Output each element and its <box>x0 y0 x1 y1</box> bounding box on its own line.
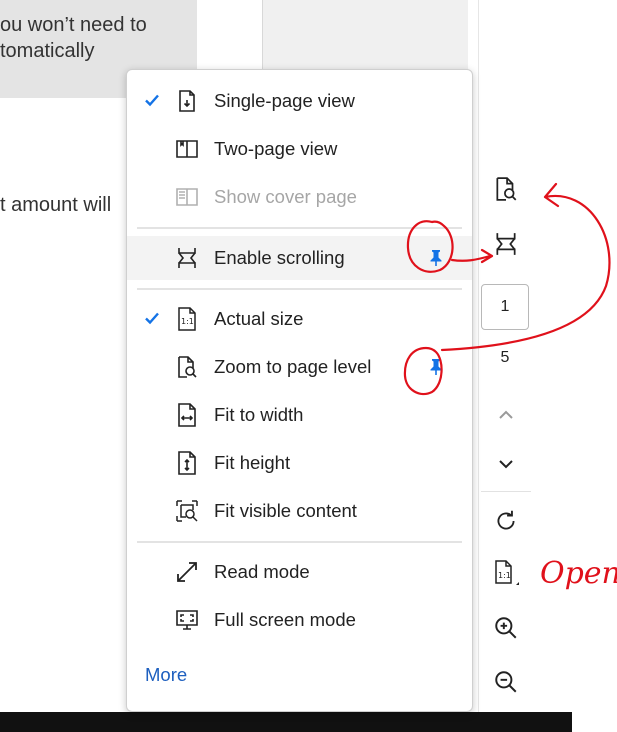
chevron-down-icon <box>496 454 516 474</box>
menu-item-label: Zoom to page level <box>214 356 372 377</box>
menu-item-two-page-view[interactable]: Two-page view <box>127 127 472 171</box>
current-page-input[interactable]: 1 <box>481 284 529 330</box>
menu-item-fit-visible-content[interactable]: Fit visible content <box>127 489 472 533</box>
annotation-note: Open <box>540 556 617 591</box>
menu-item-label: Two-page view <box>214 138 338 159</box>
zoom-page-icon <box>493 176 519 202</box>
svg-text:1:1: 1:1 <box>181 317 194 326</box>
actual-size-icon: 1:1 <box>175 307 199 331</box>
previous-page-button[interactable] <box>491 400 521 430</box>
zoom-in-icon <box>493 615 519 641</box>
actual-size-icon: 1:1 <box>491 558 521 588</box>
menu-item-label: Enable scrolling <box>214 247 345 268</box>
zoom-in-button[interactable] <box>491 613 521 643</box>
document-text-line: ou won’t need to <box>0 14 147 36</box>
pin-icon[interactable] <box>427 358 445 376</box>
fit-height-icon <box>175 451 199 475</box>
bottom-bar <box>0 712 572 732</box>
scroll-icon <box>175 246 199 270</box>
menu-item-label: Fit visible content <box>214 500 357 521</box>
rotate-icon <box>493 508 519 534</box>
right-toolbar: 1 5 1:1 <box>478 0 541 712</box>
menu-divider <box>137 227 462 229</box>
menu-item-full-screen-mode[interactable]: Full screen mode <box>127 598 472 642</box>
menu-divider <box>137 288 462 290</box>
toolbar-divider <box>481 491 531 492</box>
menu-item-fit-height[interactable]: Fit height <box>127 441 472 485</box>
single-page-view-icon <box>175 89 199 113</box>
menu-item-zoom-to-page-level[interactable]: Zoom to page level <box>127 345 472 389</box>
svg-text:1:1: 1:1 <box>498 571 511 580</box>
rotate-button[interactable] <box>491 506 521 536</box>
full-screen-icon <box>175 608 199 632</box>
document-text-line: tomatically <box>0 40 95 62</box>
zoom-to-page-level-button[interactable] <box>491 174 521 204</box>
document-text-line: t amount will <box>0 194 112 216</box>
two-page-view-icon <box>175 137 199 161</box>
menu-item-label: Fit to width <box>214 404 304 425</box>
next-page-button[interactable] <box>491 449 521 479</box>
pin-icon[interactable] <box>427 249 445 267</box>
menu-item-actual-size[interactable]: 1:1 Actual size <box>127 297 472 341</box>
zoom-out-button[interactable] <box>491 667 521 697</box>
read-mode-icon <box>175 560 199 584</box>
enable-scrolling-button[interactable] <box>491 229 521 259</box>
menu-item-label: Fit height <box>214 452 291 473</box>
menu-divider <box>137 541 462 543</box>
total-pages: 5 <box>500 349 510 366</box>
menu-item-label: Actual size <box>214 308 304 329</box>
menu-item-enable-scrolling[interactable]: Enable scrolling <box>127 236 472 280</box>
cover-page-icon <box>175 185 199 209</box>
zoom-out-icon <box>493 669 519 695</box>
fit-visible-icon <box>175 499 199 523</box>
page-display-menu: Single-page view Two-page view Show cove… <box>126 69 473 712</box>
menu-item-label: Full screen mode <box>214 609 356 630</box>
scroll-icon <box>493 231 519 257</box>
fit-width-icon <box>175 403 199 427</box>
menu-item-label: Show cover page <box>214 186 357 207</box>
checkmark-icon <box>143 91 161 109</box>
zoom-page-icon <box>175 355 199 379</box>
checkmark-icon <box>143 309 161 327</box>
menu-item-label: Read mode <box>214 561 310 582</box>
chevron-up-icon <box>496 405 516 425</box>
menu-item-single-page-view[interactable]: Single-page view <box>127 79 472 123</box>
more-link[interactable]: More <box>145 664 187 686</box>
page-display-menu-button[interactable]: 1:1 <box>491 558 521 588</box>
menu-item-read-mode[interactable]: Read mode <box>127 550 472 594</box>
menu-item-label: Single-page view <box>214 90 355 111</box>
menu-item-fit-to-width[interactable]: Fit to width <box>127 393 472 437</box>
menu-item-show-cover-page[interactable]: Show cover page <box>127 175 472 219</box>
